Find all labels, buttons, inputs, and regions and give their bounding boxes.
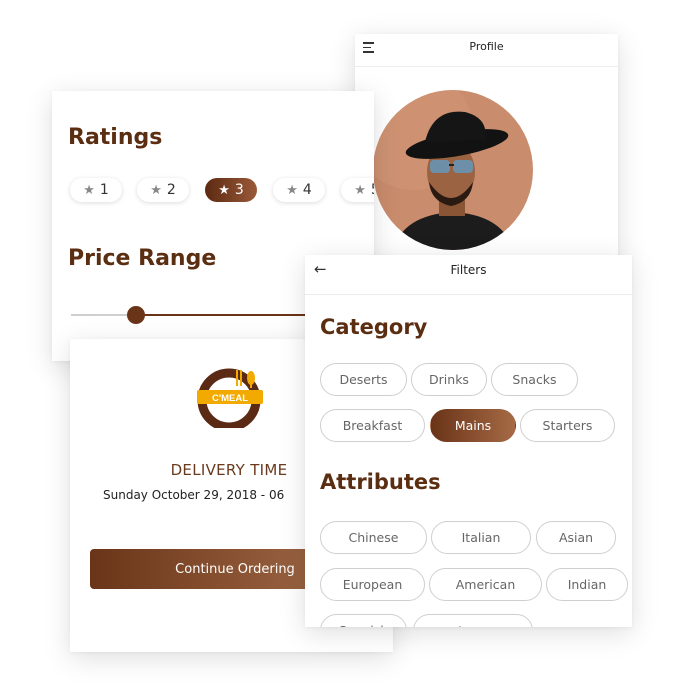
- attributes-heading: Attributes: [320, 470, 441, 494]
- filters-card: ← Filters Category Deserts Drinks Snacks…: [305, 255, 632, 627]
- rating-pill-1[interactable]: ★ 1: [70, 178, 122, 202]
- star-icon: ★: [218, 182, 230, 198]
- attribute-chip-indian[interactable]: Indian: [546, 568, 628, 601]
- rating-pill-3[interactable]: ★ 3: [205, 178, 257, 202]
- rating-pill-5[interactable]: ★ 5: [341, 178, 374, 202]
- logo-text: C'MEAL: [212, 393, 248, 404]
- profile-header: Profile: [355, 34, 618, 67]
- attribute-chip-american[interactable]: American: [429, 568, 542, 601]
- attribute-chip-portuguese[interactable]: portuguese: [413, 614, 533, 627]
- price-slider-track[interactable]: [71, 314, 129, 316]
- star-icon: ★: [286, 182, 298, 198]
- price-range-heading: Price Range: [68, 246, 217, 271]
- delivery-date: Sunday October 29, 2018 - 06: [103, 488, 285, 502]
- category-chip-breakfast[interactable]: Breakfast: [320, 409, 425, 442]
- avatar: [373, 90, 533, 250]
- menu-icon[interactable]: [363, 42, 375, 53]
- category-chip-mains[interactable]: Mains: [430, 409, 516, 442]
- star-icon: ★: [354, 182, 366, 198]
- category-chip-starters[interactable]: Starters: [520, 409, 615, 442]
- attribute-chip-chinese[interactable]: Chinese: [320, 521, 427, 554]
- profile-card: Profile: [355, 34, 618, 262]
- attribute-chip-european[interactable]: European: [320, 568, 425, 601]
- category-chip-snacks[interactable]: Snacks: [491, 363, 578, 396]
- back-arrow-icon[interactable]: ←: [314, 259, 327, 279]
- profile-title: Profile: [469, 40, 504, 53]
- category-heading: Category: [320, 315, 428, 339]
- price-slider-handle[interactable]: [127, 306, 145, 324]
- rating-pill-4[interactable]: ★ 4: [273, 178, 325, 202]
- ratings-heading: Ratings: [68, 125, 163, 150]
- category-chip-drinks[interactable]: Drinks: [411, 363, 487, 396]
- filters-title: Filters: [450, 263, 487, 277]
- rating-pill-2[interactable]: ★ 2: [137, 178, 189, 202]
- category-chip-deserts[interactable]: Deserts: [320, 363, 407, 396]
- star-icon: ★: [83, 182, 95, 198]
- filters-header: ← Filters: [305, 255, 632, 295]
- attribute-chip-italian[interactable]: Italian: [431, 521, 531, 554]
- cmeal-logo: C'MEAL: [195, 368, 267, 432]
- attribute-chip-asian[interactable]: Asian: [536, 521, 616, 554]
- star-icon: ★: [150, 182, 162, 198]
- attribute-chip-spanish[interactable]: Spanish: [320, 614, 407, 627]
